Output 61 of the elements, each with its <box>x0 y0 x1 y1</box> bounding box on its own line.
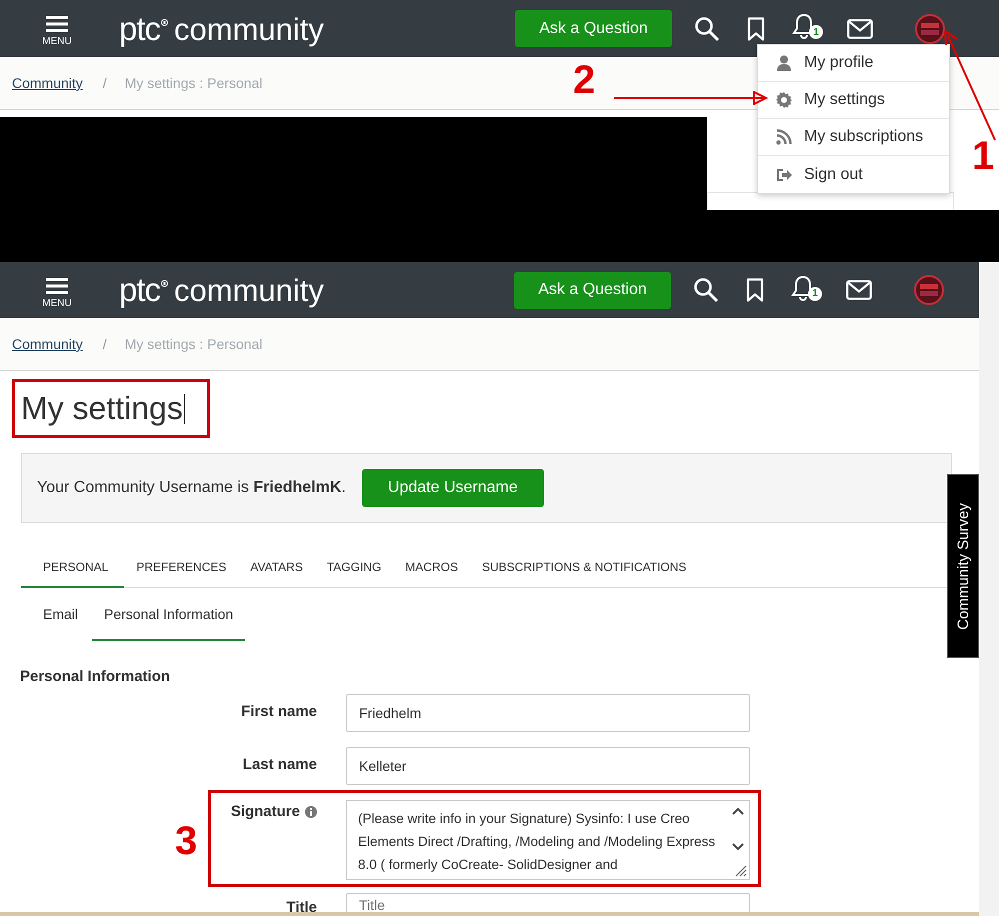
registered-mark-icon <box>161 18 168 26</box>
site-logo[interactable]: ptc community <box>119 271 324 309</box>
notification-badge: 1 <box>808 286 822 300</box>
bookmark-icon[interactable] <box>746 278 764 302</box>
mail-icon[interactable] <box>846 280 872 300</box>
breadcrumb-link[interactable]: Community <box>12 336 83 352</box>
gear-icon <box>776 92 792 108</box>
text-field[interactable]: Kelleter <box>346 747 750 785</box>
breadcrumb-link[interactable]: Community <box>12 75 83 91</box>
field-label: Last name <box>242 756 317 773</box>
annotation-number: 1 <box>972 136 994 176</box>
field-label: First name <box>241 703 317 720</box>
menu-item[interactable]: My profile <box>758 45 949 82</box>
resize-grip-icon[interactable] <box>735 865 747 877</box>
site-logo[interactable]: ptc community <box>119 10 324 48</box>
breadcrumb-separator: / <box>102 75 107 91</box>
sub-tab[interactable]: Email <box>21 588 92 641</box>
signature-field[interactable]: (Please write info in your Signature) Sysinfo: I use Creo Elements Direct /Drafting, /Modeling and /Modeling Express 8.0 ( formerly CoCreate- SolidDesigner and <box>346 800 750 880</box>
ask-question-button[interactable]: Ask a Question <box>514 272 671 308</box>
section-heading: Personal Information <box>20 668 172 685</box>
settings-tab[interactable]: MACROS <box>393 547 470 588</box>
username-text: Your Community Username is FriedhelmK. <box>37 479 346 497</box>
field-label: Signature <box>230 803 300 820</box>
menu-button[interactable]: MENU <box>40 10 74 47</box>
scroll-up-icon[interactable] <box>732 807 744 815</box>
registered-mark-icon <box>161 280 168 287</box>
annotation-number: 2 <box>573 60 596 100</box>
sign-out-icon <box>776 168 792 182</box>
search-icon[interactable] <box>693 277 719 303</box>
field-label: Title <box>286 899 317 916</box>
search-icon[interactable] <box>694 16 720 42</box>
menu-icon <box>46 16 68 32</box>
annotation-number: 3 <box>175 821 198 861</box>
scroll-down-icon[interactable] <box>732 843 744 851</box>
menu-icon <box>46 278 68 294</box>
menu-item[interactable]: My subscriptions <box>758 119 949 156</box>
menu-item[interactable]: My settings <box>758 82 949 119</box>
settings-tab[interactable]: SUBSCRIPTIONS & NOTIFICATIONS <box>470 547 698 588</box>
settings-tab[interactable]: TAGGING <box>314 547 394 588</box>
rss-icon <box>776 129 792 145</box>
menu-item[interactable]: Sign out <box>758 156 949 193</box>
avatar[interactable] <box>915 14 945 44</box>
bookmark-icon[interactable] <box>747 16 765 40</box>
sub-tab[interactable]: Personal Information <box>92 588 246 641</box>
menu-button[interactable]: MENU <box>40 272 74 308</box>
avatar[interactable] <box>914 275 944 305</box>
notification-badge: 1 <box>809 25 823 39</box>
update-username-button[interactable]: Update Username <box>362 469 544 507</box>
settings-tab[interactable]: PREFERENCES <box>124 547 238 588</box>
person-icon <box>776 55 792 71</box>
survey-tab[interactable]: Community Survey <box>947 474 979 658</box>
settings-tab[interactable]: AVATARS <box>238 547 315 588</box>
page-title: My settings <box>21 390 183 427</box>
ask-question-button[interactable]: Ask a Question <box>515 10 672 47</box>
settings-tab[interactable]: PERSONAL <box>21 547 124 588</box>
info-icon <box>305 806 317 818</box>
breadcrumb-separator: / <box>102 336 107 352</box>
mail-icon[interactable] <box>847 18 873 38</box>
text-field[interactable]: Friedhelm <box>346 694 750 732</box>
breadcrumb-current: My settings : Personal <box>124 75 262 91</box>
breadcrumb-current: My settings : Personal <box>124 336 262 352</box>
